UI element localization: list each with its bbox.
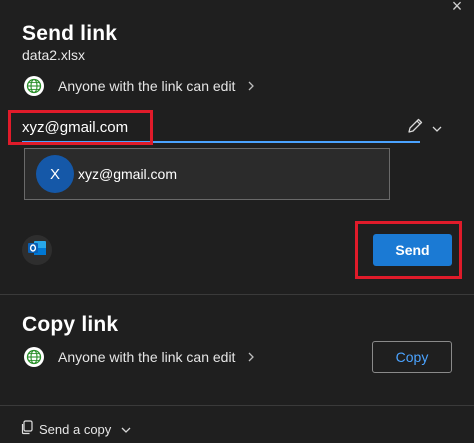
section-divider bbox=[0, 294, 474, 295]
copy-icon bbox=[20, 420, 34, 438]
suggestion-email: xyz@gmail.com bbox=[78, 166, 178, 182]
file-name: data2.xlsx bbox=[22, 47, 86, 63]
chevron-down-icon bbox=[432, 120, 442, 138]
close-button[interactable]: × bbox=[446, 0, 468, 16]
send-a-copy-label: Send a copy bbox=[39, 421, 112, 437]
avatar: X bbox=[36, 155, 74, 193]
send-link-title: Send link bbox=[22, 22, 118, 45]
copy-link-title: Copy link bbox=[22, 313, 119, 336]
chevron-right-icon bbox=[247, 349, 255, 365]
pencil-icon bbox=[406, 117, 424, 140]
send-permission-setting[interactable]: Anyone with the link can edit bbox=[24, 76, 255, 96]
contact-suggestion[interactable]: X xyz@gmail.com bbox=[24, 148, 390, 200]
outlook-button[interactable] bbox=[22, 235, 52, 265]
copy-button[interactable]: Copy bbox=[372, 341, 452, 373]
email-input[interactable] bbox=[22, 113, 420, 143]
send-a-copy-button[interactable]: Send a copy bbox=[20, 420, 131, 438]
send-permission-text: Anyone with the link can edit bbox=[58, 78, 236, 94]
chevron-right-icon bbox=[247, 78, 255, 94]
outlook-icon bbox=[27, 239, 47, 262]
recipient-permission-button[interactable] bbox=[406, 117, 442, 140]
globe-icon bbox=[24, 76, 44, 96]
copy-permission-text: Anyone with the link can edit bbox=[58, 349, 236, 365]
close-icon: × bbox=[451, 0, 463, 16]
send-button[interactable]: Send bbox=[373, 234, 452, 266]
chevron-down-icon bbox=[121, 422, 131, 437]
copy-permission-setting[interactable]: Anyone with the link can edit bbox=[24, 347, 255, 367]
footer-divider bbox=[0, 405, 474, 406]
globe-icon bbox=[24, 347, 44, 367]
